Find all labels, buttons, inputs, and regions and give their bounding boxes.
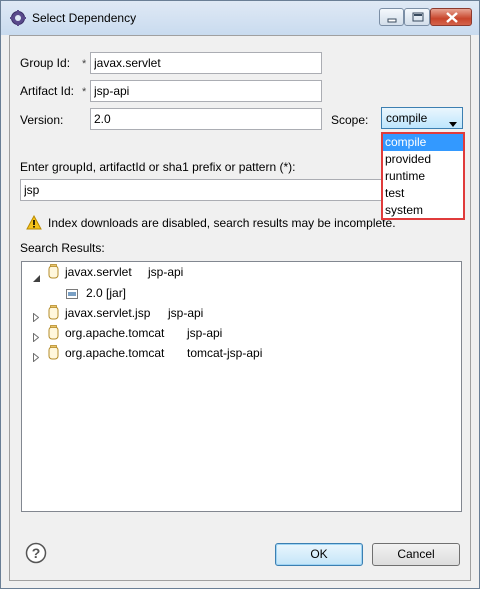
cancel-button[interactable]: Cancel: [372, 543, 460, 566]
maven-artifact-icon: [48, 345, 59, 365]
tree-item-group: org.apache.tomcat: [65, 326, 165, 340]
tree-item-artifact: jsp-api: [187, 326, 223, 340]
warning-icon: [26, 214, 42, 233]
tree-item-artifact: jsp-api: [168, 306, 204, 320]
chevron-down-icon: [449, 116, 457, 130]
tree-item-group: javax.servlet.jsp: [65, 306, 151, 320]
tree-item-version-2-0[interactable]: 2.0 [jar]: [22, 284, 461, 302]
scope-selected-value: compile: [386, 111, 428, 125]
scope-option-provided[interactable]: provided: [383, 151, 463, 168]
maven-artifact-icon: [48, 264, 59, 284]
tree-item-org-apache-tomcat[interactable]: org.apache.tomcat jsp-api: [22, 324, 461, 345]
scope-select[interactable]: compile: [381, 107, 463, 129]
ok-button[interactable]: OK: [275, 543, 363, 566]
scope-option-system[interactable]: system: [383, 202, 463, 219]
scope-label: Scope:: [331, 113, 369, 127]
tree-item-group: org.apache.tomcat: [65, 346, 165, 360]
eclipse-gear-icon: [10, 10, 26, 26]
close-icon: [446, 12, 458, 23]
tree-item-javax-servlet-jsp[interactable]: javax.servlet.jsp jsp-api: [22, 304, 461, 325]
maximize-icon: [412, 12, 424, 22]
dialog-content: Group Id: * Artifact Id: * Version: Scop…: [9, 35, 471, 581]
artifact-id-field[interactable]: [90, 80, 322, 102]
tree-item-javax-servlet[interactable]: javax.servlet jsp-api: [22, 263, 461, 284]
svg-text:?: ?: [32, 545, 41, 561]
minimize-button[interactable]: [379, 8, 404, 26]
group-id-required-marker: *: [82, 58, 87, 70]
close-button[interactable]: [430, 8, 472, 26]
dialog-window: Select Dependency Group Id: * Artifact I…: [0, 0, 480, 589]
search-results-label: Search Results:: [20, 241, 105, 255]
group-id-field[interactable]: [90, 52, 322, 74]
scope-option-test[interactable]: test: [383, 185, 463, 202]
tree-collapsed-arrow-icon[interactable]: [33, 349, 40, 367]
maven-artifact-icon: [48, 325, 59, 345]
artifact-id-label: Artifact Id:: [20, 84, 75, 98]
maven-artifact-icon: [48, 305, 59, 325]
tree-item-artifact: tomcat-jsp-api: [187, 346, 263, 360]
index-warning-text: Index downloads are disabled, search res…: [48, 216, 396, 230]
jar-icon: [66, 287, 78, 305]
scope-dropdown-list[interactable]: compile provided runtime test system: [381, 132, 465, 220]
tree-item-artifact: jsp-api: [148, 265, 184, 279]
artifact-id-required-marker: *: [82, 86, 87, 98]
group-id-label: Group Id:: [20, 56, 71, 70]
search-results-tree[interactable]: javax.servlet jsp-api 2.0 [jar] javax.se…: [21, 261, 462, 512]
search-label: Enter groupId, artifactId or sha1 prefix…: [20, 160, 296, 174]
minimize-icon: [387, 18, 397, 23]
version-label: Version:: [20, 113, 64, 127]
tree-item-group: javax.servlet: [65, 265, 132, 279]
window-title: Select Dependency: [32, 11, 137, 25]
scope-option-runtime[interactable]: runtime: [383, 168, 463, 185]
tree-item-org-apache-tomcat-jsp[interactable]: org.apache.tomcat tomcat-jsp-api: [22, 344, 461, 365]
maximize-button[interactable]: [404, 8, 430, 26]
help-icon[interactable]: ?: [25, 542, 47, 567]
tree-item-version: 2.0 [jar]: [86, 286, 127, 300]
title-bar[interactable]: Select Dependency: [1, 1, 479, 35]
version-field[interactable]: [90, 108, 322, 130]
scope-option-compile[interactable]: compile: [383, 134, 463, 151]
